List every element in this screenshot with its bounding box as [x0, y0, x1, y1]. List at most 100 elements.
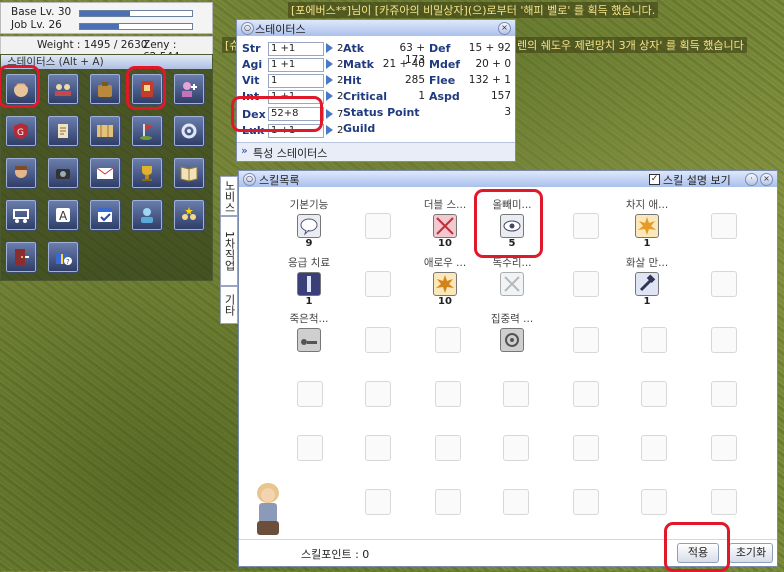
def-value: 15 + 92	[468, 42, 511, 54]
special-status-toggle[interactable]: » 특성 스테이터스	[237, 142, 515, 161]
navigation-button[interactable]	[131, 115, 163, 147]
calendar-check-icon	[98, 208, 112, 222]
skill-level: 1	[643, 238, 651, 249]
quest-button[interactable]	[47, 115, 79, 147]
skill-charge-arrow[interactable]: 차지 애... 1	[617, 197, 677, 249]
empty-skill-slot	[297, 435, 323, 461]
guild-label: Guild	[343, 122, 376, 135]
status-window-title: 스테이터스	[255, 23, 306, 36]
checklist-button[interactable]	[89, 199, 121, 231]
skill-titlebar[interactable]: ○ 스킬목록 ✓ 스킬 설명 보기 · ×	[239, 171, 777, 187]
skill-settings-icon[interactable]: ·	[745, 173, 758, 186]
merchant-icon	[15, 166, 27, 178]
level-panel: Base Lv. 30 Job Lv. 26	[0, 2, 213, 34]
book-button[interactable]	[173, 157, 205, 189]
skill-first-aid[interactable]: 응급 치료 1	[279, 255, 339, 307]
stat-up-str-button[interactable]	[326, 43, 333, 53]
cart-icon	[13, 209, 29, 223]
empty-skill-slot	[641, 435, 667, 461]
stat-up-luk-button[interactable]	[326, 125, 333, 135]
ranking-button[interactable]	[131, 157, 163, 189]
status-titlebar[interactable]: 스테이터스 ○ ×	[237, 20, 515, 36]
focus-icon	[500, 328, 524, 352]
guild-button[interactable]: G	[5, 115, 37, 147]
chat-button[interactable]	[131, 199, 163, 231]
skill-double-strafe[interactable]: 더블 스... 10	[415, 197, 475, 249]
guild-emblem-icon: G	[14, 123, 28, 139]
skill-arrow-shower[interactable]: 애로우 ... 10	[415, 255, 475, 307]
empty-skill-slot	[365, 271, 391, 297]
double-arrow-icon	[433, 214, 457, 238]
map-button[interactable]	[89, 115, 121, 147]
show-desc-checkbox[interactable]: ✓	[649, 174, 660, 185]
highlight-status-button	[0, 65, 40, 108]
aspd-value: 157	[490, 90, 511, 102]
skill-close-icon[interactable]: ×	[760, 173, 773, 186]
party-booking-button[interactable]	[173, 199, 205, 231]
status-close-icon[interactable]: ×	[498, 22, 511, 35]
skill-play-dead[interactable]: 죽은척...	[279, 311, 339, 352]
skill-minimize-icon[interactable]: ○	[243, 173, 256, 186]
burst-icon	[635, 214, 659, 238]
flee-value: 132 + 1	[468, 74, 511, 86]
party-button[interactable]	[47, 73, 79, 105]
empty-skill-slot	[711, 489, 737, 515]
base-exp-bar	[79, 10, 193, 17]
achievement-button[interactable]: A	[47, 199, 79, 231]
svg-text:?: ?	[66, 258, 70, 266]
job-level: Job Lv. 26	[11, 19, 62, 31]
help-button[interactable]: ?	[47, 241, 79, 273]
screenshot-button[interactable]	[47, 157, 79, 189]
empty-skill-slot	[573, 213, 599, 239]
matk-label: Matk	[343, 58, 374, 71]
tab-first-job[interactable]: 1차직업	[220, 216, 238, 286]
open-book-icon	[180, 166, 198, 182]
skill-level: 10	[438, 296, 452, 307]
flee-label: Flee	[429, 74, 456, 87]
empty-skill-slot	[641, 489, 667, 515]
skill-arrow-crafting[interactable]: 화살 만... 1	[617, 255, 677, 307]
status-minimize-icon[interactable]: ○	[241, 22, 254, 35]
hammer-icon	[635, 272, 659, 296]
options-button[interactable]	[173, 115, 205, 147]
tab-novice[interactable]: 노비스	[220, 176, 238, 216]
bandage-icon	[297, 272, 321, 296]
empty-skill-slot	[435, 327, 461, 353]
empty-skill-slot	[711, 327, 737, 353]
skill-level: 1	[643, 296, 651, 307]
skill-basic[interactable]: 기본기능 9	[279, 197, 339, 249]
emotion-button[interactable]	[5, 157, 37, 189]
mdef-value: 20 + 0	[475, 58, 511, 70]
skill-name: 집중력 ...	[490, 313, 534, 325]
empty-skill-slot	[711, 435, 737, 461]
empty-skill-slot	[503, 489, 529, 515]
critical-value: 1	[418, 90, 425, 102]
mdef-label: Mdef	[429, 58, 461, 71]
status-window: 스테이터스 ○ × Str 1 +1 2 Agi 1 +1 2 Vit 1 2 …	[236, 19, 516, 162]
cart-button[interactable]	[5, 199, 37, 231]
mail-button[interactable]	[89, 157, 121, 189]
gear-icon	[181, 123, 197, 139]
empty-skill-slot	[365, 213, 391, 239]
stat-up-vit-button[interactable]	[326, 75, 333, 85]
atk-label: Atk	[343, 42, 365, 55]
character-sprite	[251, 481, 285, 537]
friend-button[interactable]	[173, 73, 205, 105]
system-message-2b: 렌의 쉐도우 제련망치 3개 상자' 를 획득 했습니다	[514, 37, 747, 53]
trophy-icon	[142, 166, 152, 181]
exit-button[interactable]	[5, 241, 37, 273]
status-point-value: 3	[504, 106, 511, 118]
reset-button[interactable]: 초기화	[729, 543, 773, 563]
stat-up-dex-button[interactable]	[326, 109, 333, 119]
tab-etc[interactable]: 기타	[220, 286, 238, 324]
inventory-button[interactable]	[89, 73, 121, 105]
skill-level: 10	[438, 238, 452, 249]
skill-vulture-eye[interactable]: 독수리...	[482, 255, 542, 296]
stat-up-agi-button[interactable]	[326, 59, 333, 69]
stat-value-vit: 1	[268, 74, 324, 88]
skill-concentration[interactable]: 집중력 ...	[482, 311, 542, 352]
stat-up-int-button[interactable]	[326, 91, 333, 101]
highlight-owl-eye-skill	[474, 189, 543, 258]
empty-skill-slot	[641, 327, 667, 353]
aspd-label: Aspd	[429, 90, 460, 103]
